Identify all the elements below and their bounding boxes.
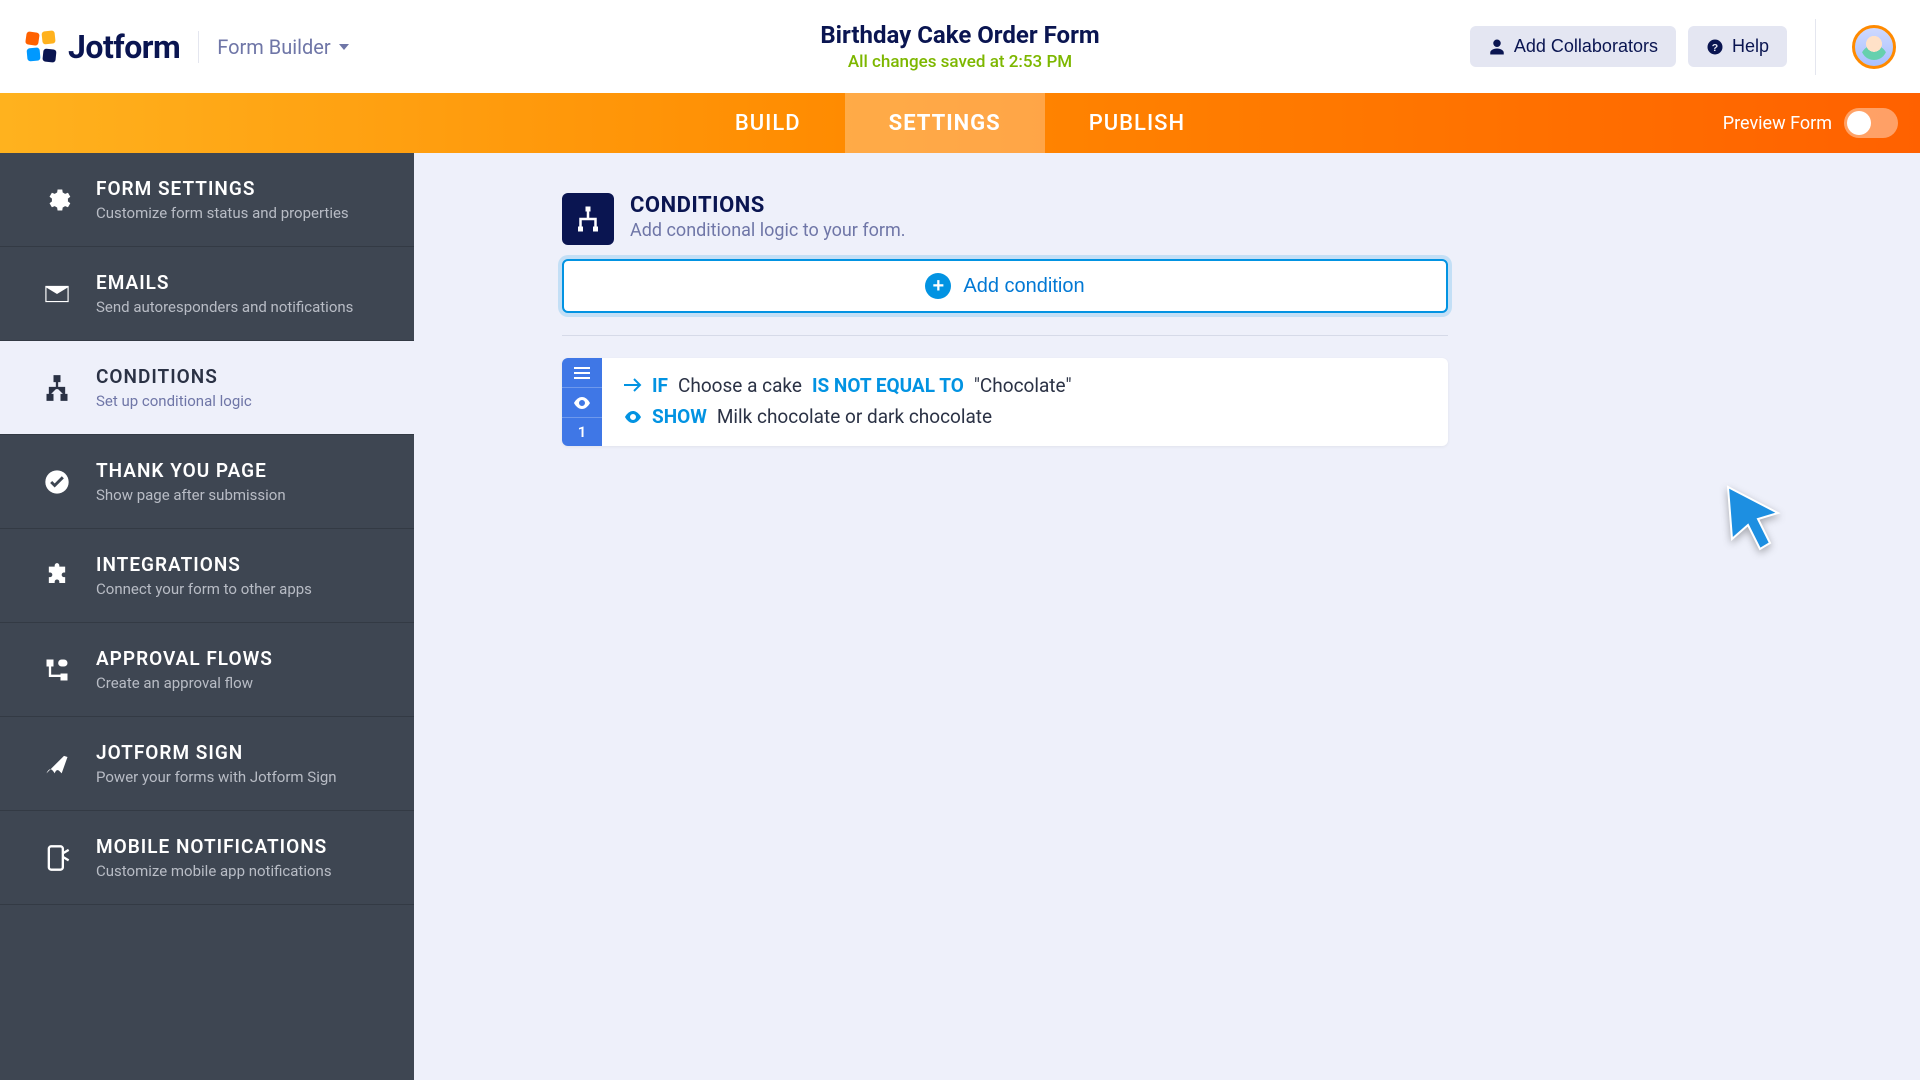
sidebar-item-jotform-sign[interactable]: JOTFORM SIGN Power your forms with Jotfo… <box>0 717 414 811</box>
sidebar-item-label: EMAILS <box>96 271 353 294</box>
sidebar-item-sub: Customize mobile app notifications <box>96 862 332 880</box>
divider <box>562 335 1448 336</box>
condition-if-line: IF Choose a cake IS NOT EQUAL TO "Chocol… <box>624 374 1426 397</box>
tab-build[interactable]: BUILD <box>691 93 845 153</box>
form-builder-dropdown[interactable]: Form Builder <box>217 35 348 59</box>
condition-show-line: SHOW Milk chocolate or dark chocolate <box>624 405 1426 428</box>
help-button[interactable]: ? Help <box>1688 26 1787 67</box>
plus-icon: + <box>925 273 951 299</box>
help-icon: ? <box>1706 38 1724 56</box>
save-status: All changes saved at 2:53 PM <box>820 52 1099 72</box>
sidebar-item-sub: Set up conditional logic <box>96 392 252 410</box>
add-condition-button[interactable]: + Add condition <box>562 259 1448 313</box>
sidebar-item-sub: Connect your form to other apps <box>96 580 312 598</box>
sidebar-item-sub: Customize form status and properties <box>96 204 349 222</box>
preview-form-toggle[interactable]: Preview Form <box>1723 108 1898 138</box>
conditions-icon <box>562 193 614 245</box>
user-icon <box>1488 38 1506 56</box>
sidebar-item-integrations[interactable]: INTEGRATIONS Connect your form to other … <box>0 529 414 623</box>
preview-form-label: Preview Form <box>1723 113 1832 134</box>
help-label: Help <box>1732 36 1769 57</box>
tree-icon <box>40 371 74 405</box>
header-center: Birthday Cake Order Form All changes sav… <box>820 21 1099 72</box>
form-title[interactable]: Birthday Cake Order Form <box>820 21 1099 49</box>
operator: IS NOT EQUAL TO <box>812 374 964 397</box>
sidebar-item-label: MOBILE NOTIFICATIONS <box>96 835 332 858</box>
sidebar-item-emails[interactable]: EMAILS Send autoresponders and notificat… <box>0 247 414 341</box>
sidebar-item-mobile-notifications[interactable]: MOBILE NOTIFICATIONS Customize mobile ap… <box>0 811 414 905</box>
header-right: Add Collaborators ? Help <box>1470 19 1896 75</box>
sidebar-item-sub: Create an approval flow <box>96 674 273 692</box>
page-title: CONDITIONS <box>630 193 906 218</box>
sign-icon <box>40 747 74 781</box>
tab-publish[interactable]: PUBLISH <box>1045 93 1229 153</box>
main: FORM SETTINGS Customize form status and … <box>0 153 1920 1080</box>
check-icon <box>40 465 74 499</box>
add-collaborators-button[interactable]: Add Collaborators <box>1470 26 1676 67</box>
show-field: Milk chocolate or dark chocolate <box>717 405 992 428</box>
mobile-icon <box>40 841 74 875</box>
tab-bar: BUILD SETTINGS PUBLISH Preview Form <box>0 93 1920 153</box>
sidebar: FORM SETTINGS Customize form status and … <box>0 153 414 1080</box>
sidebar-item-label: FORM SETTINGS <box>96 177 349 200</box>
if-field: Choose a cake <box>678 374 802 397</box>
condition-card[interactable]: 1 IF Choose a cake IS NOT EQUAL TO "Choc… <box>562 358 1448 446</box>
eye-icon <box>624 405 642 428</box>
logo-icon <box>24 30 58 64</box>
add-condition-label: Add condition <box>963 275 1084 298</box>
condition-body: IF Choose a cake IS NOT EQUAL TO "Chocol… <box>602 358 1448 446</box>
logo-text: Jotform <box>68 28 180 66</box>
page-header: CONDITIONS Add conditional logic to your… <box>464 193 1870 241</box>
cursor-icon <box>1724 483 1786 557</box>
avatar[interactable] <box>1852 25 1896 69</box>
sidebar-item-sub: Power your forms with Jotform Sign <box>96 768 337 786</box>
toggle-switch[interactable] <box>1844 108 1898 138</box>
sidebar-item-label: THANK YOU PAGE <box>96 459 286 482</box>
sidebar-item-label: APPROVAL FLOWS <box>96 647 273 670</box>
content: CONDITIONS Add conditional logic to your… <box>414 153 1920 1080</box>
tab-settings[interactable]: SETTINGS <box>845 93 1045 153</box>
condition-side: 1 <box>562 358 602 446</box>
chevron-down-icon <box>339 44 349 50</box>
flow-icon <box>40 653 74 687</box>
divider <box>1815 19 1816 75</box>
if-value: "Chocolate" <box>974 374 1072 397</box>
sidebar-item-sub: Show page after submission <box>96 486 286 504</box>
divider <box>198 31 199 63</box>
add-collaborators-label: Add Collaborators <box>1514 36 1658 57</box>
sidebar-item-sub: Send autoresponders and notifications <box>96 298 353 316</box>
logo[interactable]: Jotform <box>24 28 180 66</box>
svg-text:?: ? <box>1712 41 1718 53</box>
sidebar-item-thank-you[interactable]: THANK YOU PAGE Show page after submissio… <box>0 435 414 529</box>
sidebar-item-approval-flows[interactable]: APPROVAL FLOWS Create an approval flow <box>0 623 414 717</box>
gear-icon <box>40 183 74 217</box>
top-header: Jotform Form Builder Birthday Cake Order… <box>0 0 1920 93</box>
if-keyword: IF <box>652 374 668 397</box>
sidebar-item-label: INTEGRATIONS <box>96 553 312 576</box>
arrow-right-icon <box>624 374 642 397</box>
mail-icon <box>40 277 74 311</box>
puzzle-icon <box>40 559 74 593</box>
eye-icon[interactable] <box>562 388 602 418</box>
show-keyword: SHOW <box>652 405 707 428</box>
drag-handle-icon[interactable] <box>562 358 602 388</box>
sidebar-item-label: JOTFORM SIGN <box>96 741 337 764</box>
condition-index: 1 <box>562 418 602 446</box>
sidebar-item-label: CONDITIONS <box>96 365 252 388</box>
form-builder-label: Form Builder <box>217 35 330 59</box>
sidebar-item-conditions[interactable]: CONDITIONS Set up conditional logic <box>0 341 414 435</box>
page-subtitle: Add conditional logic to your form. <box>630 220 906 241</box>
sidebar-item-form-settings[interactable]: FORM SETTINGS Customize form status and … <box>0 153 414 247</box>
